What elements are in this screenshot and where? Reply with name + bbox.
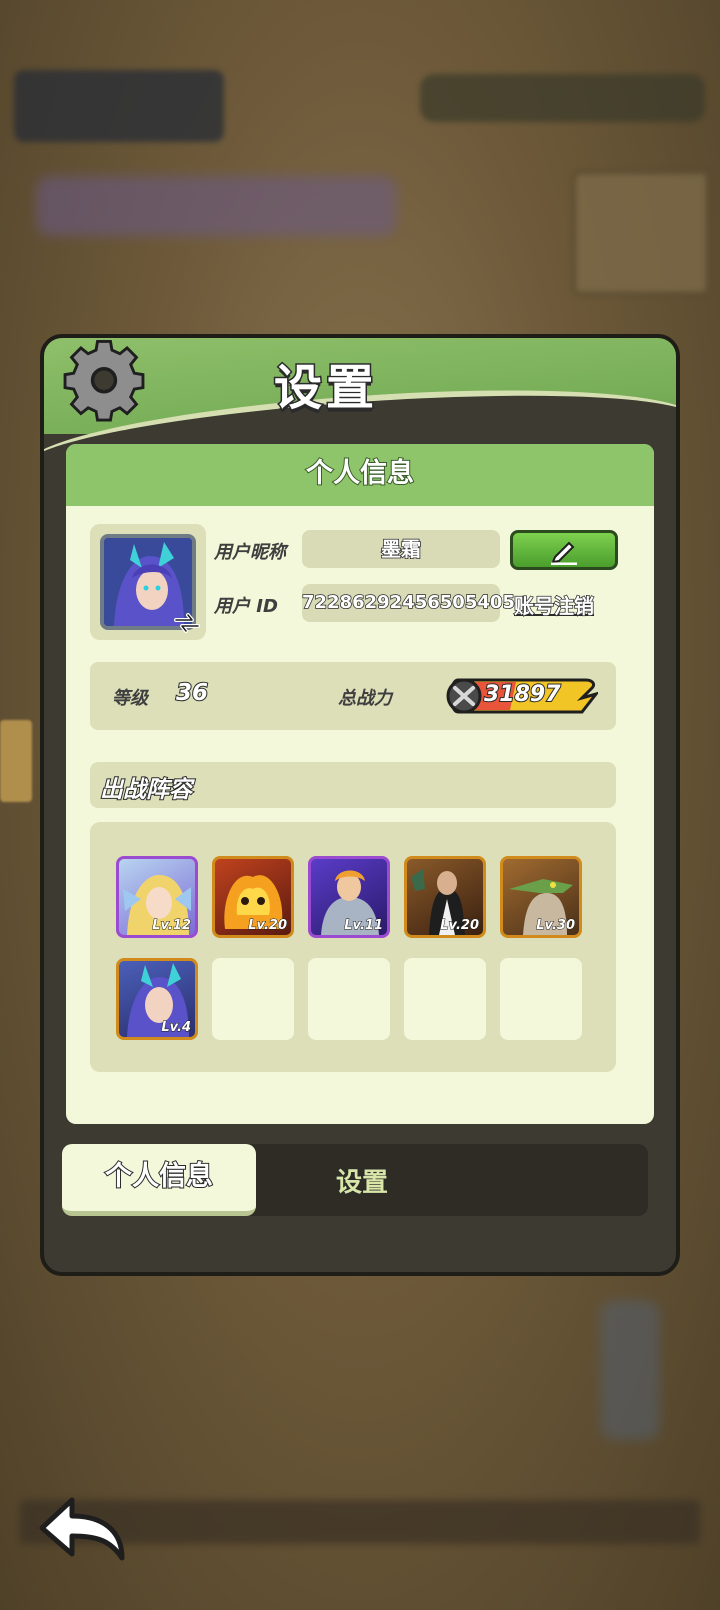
stats-row: 等级 36 总战力 31897 — [90, 662, 616, 730]
background-units — [600, 1300, 660, 1440]
hero-level: Lv.30 — [536, 918, 576, 934]
avatar-frame[interactable] — [90, 524, 206, 640]
lineup-title: 出战阵容 — [99, 776, 193, 804]
level-value: 36 — [175, 679, 209, 707]
empty-hero-slot[interactable] — [404, 958, 486, 1040]
power-value: 31897 — [483, 681, 562, 708]
profile-card-header: 个人信息 — [66, 444, 654, 506]
swap-avatar-icon[interactable] — [174, 612, 200, 634]
hero-slot-3[interactable]: Lv.11 — [308, 856, 390, 938]
delete-account-link[interactable]: 账号注销 — [513, 590, 595, 619]
hero-slot-4[interactable]: Lv.20 — [404, 856, 486, 938]
hero-level: Lv.20 — [248, 918, 288, 934]
resource-hud — [420, 74, 705, 122]
hero-level: Lv.4 — [161, 1020, 192, 1036]
pencil-icon — [551, 541, 577, 565]
hero-level: Lv.11 — [344, 918, 384, 934]
hero-slot-1[interactable]: Lv.12 — [116, 856, 198, 938]
user-id-field: 72286292456505405 — [301, 584, 516, 622]
hero-slot-6[interactable]: Lv.4 — [116, 958, 198, 1040]
background-icons-row — [36, 176, 396, 236]
side-widget — [0, 720, 32, 802]
empty-hero-slot[interactable] — [500, 958, 582, 1040]
settings-dialog: 设置 个人信息 用户昵称 墨霜 用户 ID 72286292456505405 … — [40, 334, 680, 1276]
hero-level: Lv.20 — [440, 918, 480, 934]
dialog-tabs: 个人信息 设置 — [62, 1144, 648, 1216]
power-label: 总战力 — [338, 688, 392, 709]
tab-settings[interactable]: 设置 — [335, 1162, 389, 1199]
hero-slot-2[interactable]: Lv.20 — [212, 856, 294, 938]
lineup-header: 出战阵容 — [90, 762, 616, 808]
nickname-field: 墨霜 — [302, 530, 500, 568]
empty-hero-slot[interactable] — [212, 958, 294, 1040]
edit-nickname-button[interactable] — [510, 530, 618, 570]
hero-slot-5[interactable]: Lv.30 — [500, 856, 582, 938]
user-id-label: 用户 ID — [214, 596, 278, 617]
level-label: 等级 — [112, 688, 148, 709]
lineup-grid: Lv.12 Lv.20 Lv.11 Lv.20 Lv.30 Lv.4 — [90, 822, 616, 1072]
back-button[interactable] — [36, 1494, 128, 1564]
player-hud — [14, 70, 224, 142]
dialog-title: 设置 — [272, 359, 378, 418]
profile-card: 个人信息 用户昵称 墨霜 用户 ID 72286292456505405 账号注… — [66, 444, 654, 1124]
nickname-label: 用户昵称 — [214, 542, 286, 563]
empty-hero-slot[interactable] — [308, 958, 390, 1040]
minimap — [572, 170, 710, 296]
hero-level: Lv.12 — [152, 918, 192, 934]
tab-profile[interactable]: 个人信息 — [62, 1144, 256, 1216]
back-arrow-icon — [39, 1497, 125, 1561]
